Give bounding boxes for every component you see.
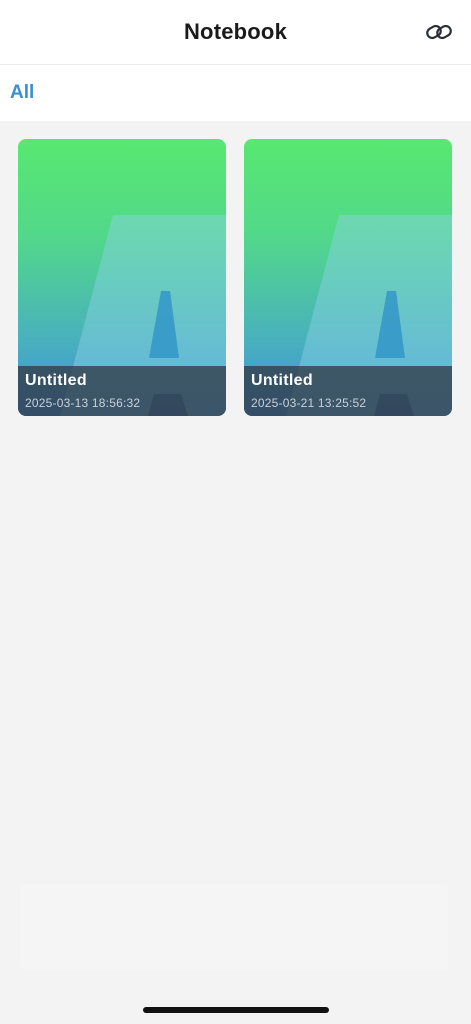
notebook-card[interactable]: Untitled 2025-03-13 18:56:32 xyxy=(18,139,226,416)
tab-all[interactable]: All xyxy=(10,82,34,104)
card-caption: Untitled 2025-03-13 18:56:32 xyxy=(18,366,226,416)
home-indicator[interactable] xyxy=(143,1007,329,1013)
filter-bar: All xyxy=(0,65,471,121)
notebook-title: Untitled xyxy=(25,372,87,389)
notebook-date: 2025-03-13 18:56:32 xyxy=(25,396,141,410)
link-icon xyxy=(426,24,452,40)
top-navigation-bar: Notebook xyxy=(0,0,471,65)
bottom-panel xyxy=(20,884,448,970)
notebook-date: 2025-03-21 13:25:52 xyxy=(251,396,367,410)
link-button[interactable] xyxy=(425,20,453,44)
notebook-card[interactable]: Untitled 2025-03-21 13:25:52 xyxy=(244,139,452,416)
card-caption: Untitled 2025-03-21 13:25:52 xyxy=(244,366,452,416)
page-title: Notebook xyxy=(183,19,288,44)
notebook-title: Untitled xyxy=(251,372,313,389)
